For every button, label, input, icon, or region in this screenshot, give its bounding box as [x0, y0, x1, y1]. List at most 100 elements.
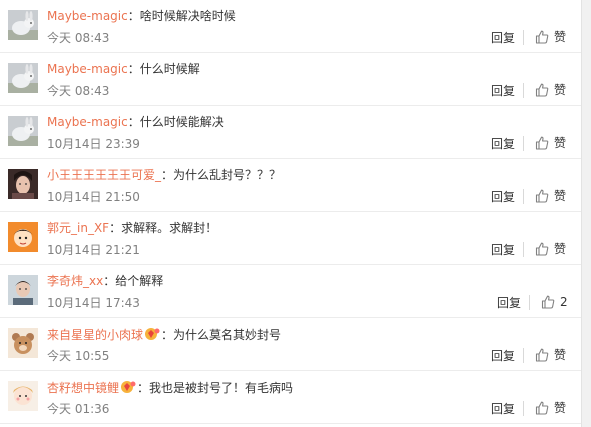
- comment-line: 小王王王王王王可爱_：为什么乱封号？？？: [47, 168, 281, 182]
- action-divider: [523, 136, 524, 151]
- thumbs-up-icon: [535, 242, 554, 256]
- comment-item: 郭元_in_XF：求解释。求解封！ 10月14日 21:21 回复 赞: [0, 212, 581, 265]
- action-divider: [523, 348, 524, 363]
- username-link[interactable]: Maybe-magic: [47, 62, 128, 76]
- comment-text: 求解释。求解封！: [121, 221, 218, 235]
- thumbs-up-icon: [535, 189, 554, 203]
- reply-button[interactable]: 回复: [491, 84, 515, 98]
- comment-item: Maybe-magic：什么时候能解决 10月14日 23:39 回复 赞: [0, 106, 581, 159]
- thumbs-up-icon: [535, 83, 554, 97]
- like-label: 赞: [554, 242, 567, 256]
- like-label: 赞: [554, 348, 567, 362]
- thumbs-up-icon: [535, 30, 554, 44]
- like-label: 赞: [554, 401, 567, 415]
- comment-time: 10月14日 23:39: [47, 137, 140, 151]
- username-link[interactable]: Maybe-magic: [47, 115, 128, 129]
- reply-button[interactable]: 回复: [491, 137, 515, 151]
- comment-time: 10月14日 21:50: [47, 190, 140, 204]
- comment-text: 什么时候能解决: [139, 115, 224, 129]
- separator-colon: ：: [127, 115, 140, 129]
- avatar[interactable]: [8, 328, 38, 358]
- comment-item: 小王王王王王王可爱_：为什么乱封号？？？ 10月14日 21:50 回复 赞: [0, 159, 581, 212]
- avatar[interactable]: [8, 381, 38, 411]
- like-label: 赞: [554, 30, 567, 44]
- like-label: 2: [560, 295, 568, 309]
- action-divider: [523, 401, 524, 416]
- separator-colon: ：: [137, 381, 150, 395]
- comment-time: 今天 01:36: [47, 402, 110, 416]
- comment-text: 给个解释: [115, 274, 164, 288]
- like-button[interactable]: 赞: [535, 347, 566, 363]
- like-button[interactable]: 赞: [535, 241, 566, 257]
- like-label: 赞: [554, 83, 567, 97]
- comment-line: 郭元_in_XF：求解释。求解封！: [47, 221, 217, 235]
- comment-item: Maybe-magic：啥时候解决啥时候 今天 08:43 回复赞: [0, 0, 581, 53]
- like-label: 赞: [554, 189, 567, 203]
- vip-badge-icon: [120, 380, 136, 394]
- comment-text: 为什么莫名其妙封号: [173, 328, 282, 342]
- comment-time: 今天 08:43: [47, 84, 110, 98]
- avatar[interactable]: [8, 275, 38, 305]
- like-button[interactable]: 赞: [535, 29, 566, 45]
- action-divider: [523, 189, 524, 204]
- separator-colon: ：: [161, 328, 174, 342]
- comment-line: 李奇炜_xx：给个解释: [47, 274, 163, 288]
- comment-text: 为什么乱封号？？？: [173, 168, 282, 182]
- comment-line: Maybe-magic：啥时候解决啥时候: [47, 9, 236, 23]
- thumbs-up-icon: [535, 401, 554, 415]
- comment-item: 来自星星的小肉球 ：为什么莫名其妙封号今天 10:55 回复 赞: [0, 318, 581, 371]
- comment-time: 今天 08:43: [47, 31, 110, 45]
- action-divider: [523, 242, 524, 257]
- comment-list: Maybe-magic：啥时候解决啥时候 今天 08:43 回复赞 Maybe-mag…: [0, 0, 581, 424]
- thumbs-up-icon: [541, 295, 560, 309]
- comment-line: 杏籽想中镜鲤 ：我也是被封号了！有毛病吗: [47, 380, 293, 395]
- separator-colon: ：: [103, 274, 116, 288]
- comment-line: Maybe-magic：什么时候解: [47, 62, 200, 76]
- username-link[interactable]: 李奇炜_xx: [47, 274, 103, 288]
- thumbs-up-icon: [535, 348, 554, 362]
- like-button[interactable]: 赞: [535, 188, 566, 204]
- avatar[interactable]: [8, 222, 38, 252]
- reply-button[interactable]: 回复: [491, 349, 515, 363]
- action-divider: [523, 83, 524, 98]
- separator-colon: ：: [161, 168, 174, 182]
- like-button[interactable]: 赞: [535, 82, 566, 98]
- avatar[interactable]: [8, 116, 38, 146]
- reply-button[interactable]: 回复: [491, 402, 515, 416]
- reply-button[interactable]: 回复: [491, 190, 515, 204]
- username-link[interactable]: 小王王王王王王可爱_: [47, 168, 161, 182]
- scrollbar[interactable]: [581, 0, 591, 427]
- like-button[interactable]: 赞: [535, 135, 566, 151]
- comment-line: 来自星星的小肉球 ：为什么莫名其妙封号: [47, 327, 281, 342]
- comment-item: 李奇炜_xx：给个解释 10月14日 17:43 回复 2: [0, 265, 581, 318]
- like-label: 赞: [554, 136, 567, 150]
- separator-colon: ：: [127, 62, 140, 76]
- comment-item: 杏籽想中镜鲤 ：我也是被封号了！有毛病吗今天 01:36 回复 赞: [0, 371, 581, 424]
- reply-button[interactable]: 回复: [497, 296, 521, 310]
- vip-badge-icon: [144, 327, 160, 341]
- comment-text: 啥时候解决啥时候: [139, 9, 236, 23]
- username-link[interactable]: 来自星星的小肉球: [47, 328, 143, 342]
- comment-time: 10月14日 21:21: [47, 243, 140, 257]
- action-divider: [529, 295, 530, 310]
- comment-time: 10月14日 17:43: [47, 296, 140, 310]
- thumbs-up-icon: [535, 136, 554, 150]
- comment-text: 我也是被封号了！有毛病吗: [149, 381, 294, 395]
- like-button[interactable]: 赞: [535, 400, 566, 416]
- username-link[interactable]: Maybe-magic: [47, 9, 128, 23]
- comment-item: Maybe-magic：什么时候解 今天 08:43 回复赞: [0, 53, 581, 106]
- avatar[interactable]: [8, 63, 38, 93]
- avatar[interactable]: [8, 10, 38, 40]
- comment-text: 什么时候解: [139, 62, 200, 76]
- separator-colon: ：: [127, 9, 140, 23]
- comment-time: 今天 10:55: [47, 349, 110, 363]
- username-link[interactable]: 郭元_in_XF: [47, 221, 109, 235]
- reply-button[interactable]: 回复: [491, 243, 515, 257]
- action-divider: [523, 30, 524, 45]
- separator-colon: ：: [109, 221, 122, 235]
- username-link[interactable]: 杏籽想中镜鲤: [47, 381, 119, 395]
- avatar[interactable]: [8, 169, 38, 199]
- like-button[interactable]: 2: [541, 294, 568, 310]
- reply-button[interactable]: 回复: [491, 31, 515, 45]
- comment-line: Maybe-magic：什么时候能解决: [47, 115, 224, 129]
